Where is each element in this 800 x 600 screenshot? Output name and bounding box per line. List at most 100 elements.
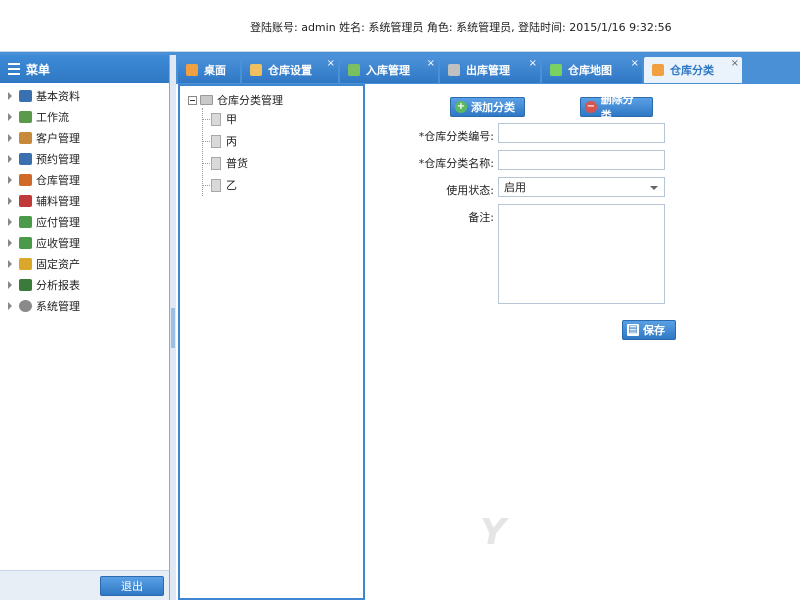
sidebar-item-reports[interactable]: 分析报表	[0, 274, 169, 295]
expand-arrow-icon	[8, 154, 12, 163]
expand-arrow-icon	[8, 133, 12, 142]
sidebar-header: 菜单	[0, 55, 169, 83]
category-tree: 仓库分类管理 甲 丙 普货 乙	[188, 92, 283, 196]
add-icon: +	[455, 101, 467, 113]
save-label: 保存	[643, 324, 665, 337]
sidebar-item-fixed-assets[interactable]: 固定资产	[0, 253, 169, 274]
category-name-label: *仓库分类名称:	[418, 157, 494, 170]
sidebar-item-label: 应收管理	[36, 236, 80, 250]
file-icon	[211, 178, 221, 192]
status-select[interactable]: 启用	[498, 177, 665, 197]
tree-node[interactable]: 乙	[203, 174, 283, 196]
close-icon[interactable]: ×	[327, 58, 335, 69]
sidebar-item-payables[interactable]: 应付管理	[0, 211, 169, 232]
close-icon[interactable]: ×	[427, 58, 435, 69]
sidebar-item-label: 客户管理	[36, 131, 80, 145]
delete-icon: −	[585, 101, 597, 113]
warehouse-icon	[250, 64, 262, 76]
tab-inbound[interactable]: 入库管理 ×	[340, 57, 438, 83]
menu-icon	[8, 63, 20, 75]
watermark-emblem: Y	[480, 512, 507, 553]
close-icon[interactable]: ×	[631, 58, 639, 69]
tree-node[interactable]: 甲	[203, 108, 283, 130]
sidebar-item-receivables[interactable]: 应收管理	[0, 232, 169, 253]
remark-textarea[interactable]	[498, 204, 665, 304]
home-icon	[186, 64, 198, 76]
expand-arrow-icon	[8, 259, 12, 268]
sidebar-item-system[interactable]: 系统管理	[0, 295, 169, 316]
tree-node-label: 普货	[226, 157, 248, 170]
sidebar-item-label: 仓库管理	[36, 173, 80, 187]
header-bar: 登陆账号: admin 姓名: 系统管理员 角色: 系统管理员, 登陆时间: 2…	[0, 0, 800, 52]
tab-label: 仓库地图	[568, 64, 612, 77]
sidebar-item-customers[interactable]: 客户管理	[0, 127, 169, 148]
workflow-icon	[19, 110, 32, 123]
tab-label: 仓库设置	[268, 64, 312, 77]
tab-label: 出库管理	[466, 64, 510, 77]
asset-icon	[19, 257, 32, 270]
tree-node-label: 丙	[226, 135, 237, 148]
tree-node-label: 甲	[226, 113, 237, 126]
sidebar-item-label: 固定资产	[36, 257, 80, 271]
category-name-input[interactable]	[498, 150, 665, 170]
folder-icon	[200, 95, 213, 105]
status-value: 启用	[504, 181, 526, 194]
sidebar-menu: 基本资料 工作流 客户管理 预约管理 仓库管理 辅料管理 应付管理 应收管理 固…	[0, 83, 169, 316]
expand-arrow-icon	[8, 112, 12, 121]
sidebar-item-warehouse[interactable]: 仓库管理	[0, 169, 169, 190]
inbound-icon	[348, 64, 360, 76]
receivable-icon	[19, 236, 32, 249]
report-icon	[19, 278, 32, 291]
tree-node-label: 乙	[226, 179, 237, 192]
tab-bar: 桌面 仓库设置 × 入库管理 × 出库管理 × 仓库地图 × 仓库分类 ×	[178, 55, 800, 83]
tab-warehouse-map[interactable]: 仓库地图 ×	[542, 57, 642, 83]
dollar-icon	[550, 64, 562, 76]
category-code-label: *仓库分类编号:	[418, 130, 494, 143]
login-info: 登陆账号: admin 姓名: 系统管理员 角色: 系统管理员, 登陆时间: 2…	[250, 21, 672, 34]
sidebar-item-appointments[interactable]: 预约管理	[0, 148, 169, 169]
delete-category-button[interactable]: − 删除分类	[580, 93, 653, 122]
save-button[interactable]: ▤ 保存	[622, 320, 676, 340]
tab-label: 入库管理	[366, 64, 410, 77]
logout-button[interactable]: 退出	[100, 576, 164, 596]
tree-children: 甲 丙 普货 乙	[202, 108, 283, 196]
status-label: 使用状态:	[446, 184, 494, 197]
tree-node[interactable]: 丙	[203, 130, 283, 152]
category-code-input[interactable]	[498, 123, 665, 143]
tab-label: 仓库分类	[670, 64, 714, 77]
tab-warehouse-settings[interactable]: 仓库设置 ×	[242, 57, 338, 83]
close-icon[interactable]: ×	[731, 58, 739, 69]
file-icon	[211, 112, 221, 126]
collapse-icon[interactable]	[188, 95, 197, 105]
warehouse-icon	[19, 173, 32, 186]
materials-icon	[19, 194, 32, 207]
sidebar-footer: 退出	[0, 570, 169, 600]
expand-arrow-icon	[8, 175, 12, 184]
add-category-button[interactable]: + 添加分类	[450, 97, 525, 117]
add-category-label: 添加分类	[471, 101, 515, 114]
appointment-icon	[19, 152, 32, 165]
sidebar-item-workflow[interactable]: 工作流	[0, 106, 169, 127]
sidebar-item-label: 分析报表	[36, 278, 80, 292]
tree-root-label: 仓库分类管理	[217, 94, 283, 107]
sidebar-item-label: 应付管理	[36, 215, 80, 229]
sidebar-item-materials[interactable]: 辅料管理	[0, 190, 169, 211]
sidebar-item-basic-data[interactable]: 基本资料	[0, 85, 169, 106]
tree-root-node[interactable]: 仓库分类管理	[188, 92, 283, 108]
expand-arrow-icon	[8, 91, 12, 100]
close-icon[interactable]: ×	[529, 58, 537, 69]
category-tree-panel: 仓库分类管理 甲 丙 普货 乙	[178, 84, 365, 600]
sidebar: 菜单 基本资料 工作流 客户管理 预约管理 仓库管理 辅料管理 应付管理 应收管…	[0, 55, 170, 600]
tab-outbound[interactable]: 出库管理 ×	[440, 57, 540, 83]
tab-warehouse-category[interactable]: 仓库分类 ×	[644, 57, 742, 83]
category-icon	[652, 64, 664, 76]
chevron-down-icon	[650, 186, 658, 190]
splitter-handle[interactable]	[171, 308, 175, 348]
file-icon	[211, 156, 221, 170]
sidebar-item-label: 工作流	[36, 110, 69, 124]
tab-desktop[interactable]: 桌面	[178, 57, 240, 83]
save-icon: ▤	[627, 324, 639, 336]
file-icon	[211, 134, 221, 148]
watermark-logo: Y	[480, 508, 780, 578]
tree-node[interactable]: 普货	[203, 152, 283, 174]
